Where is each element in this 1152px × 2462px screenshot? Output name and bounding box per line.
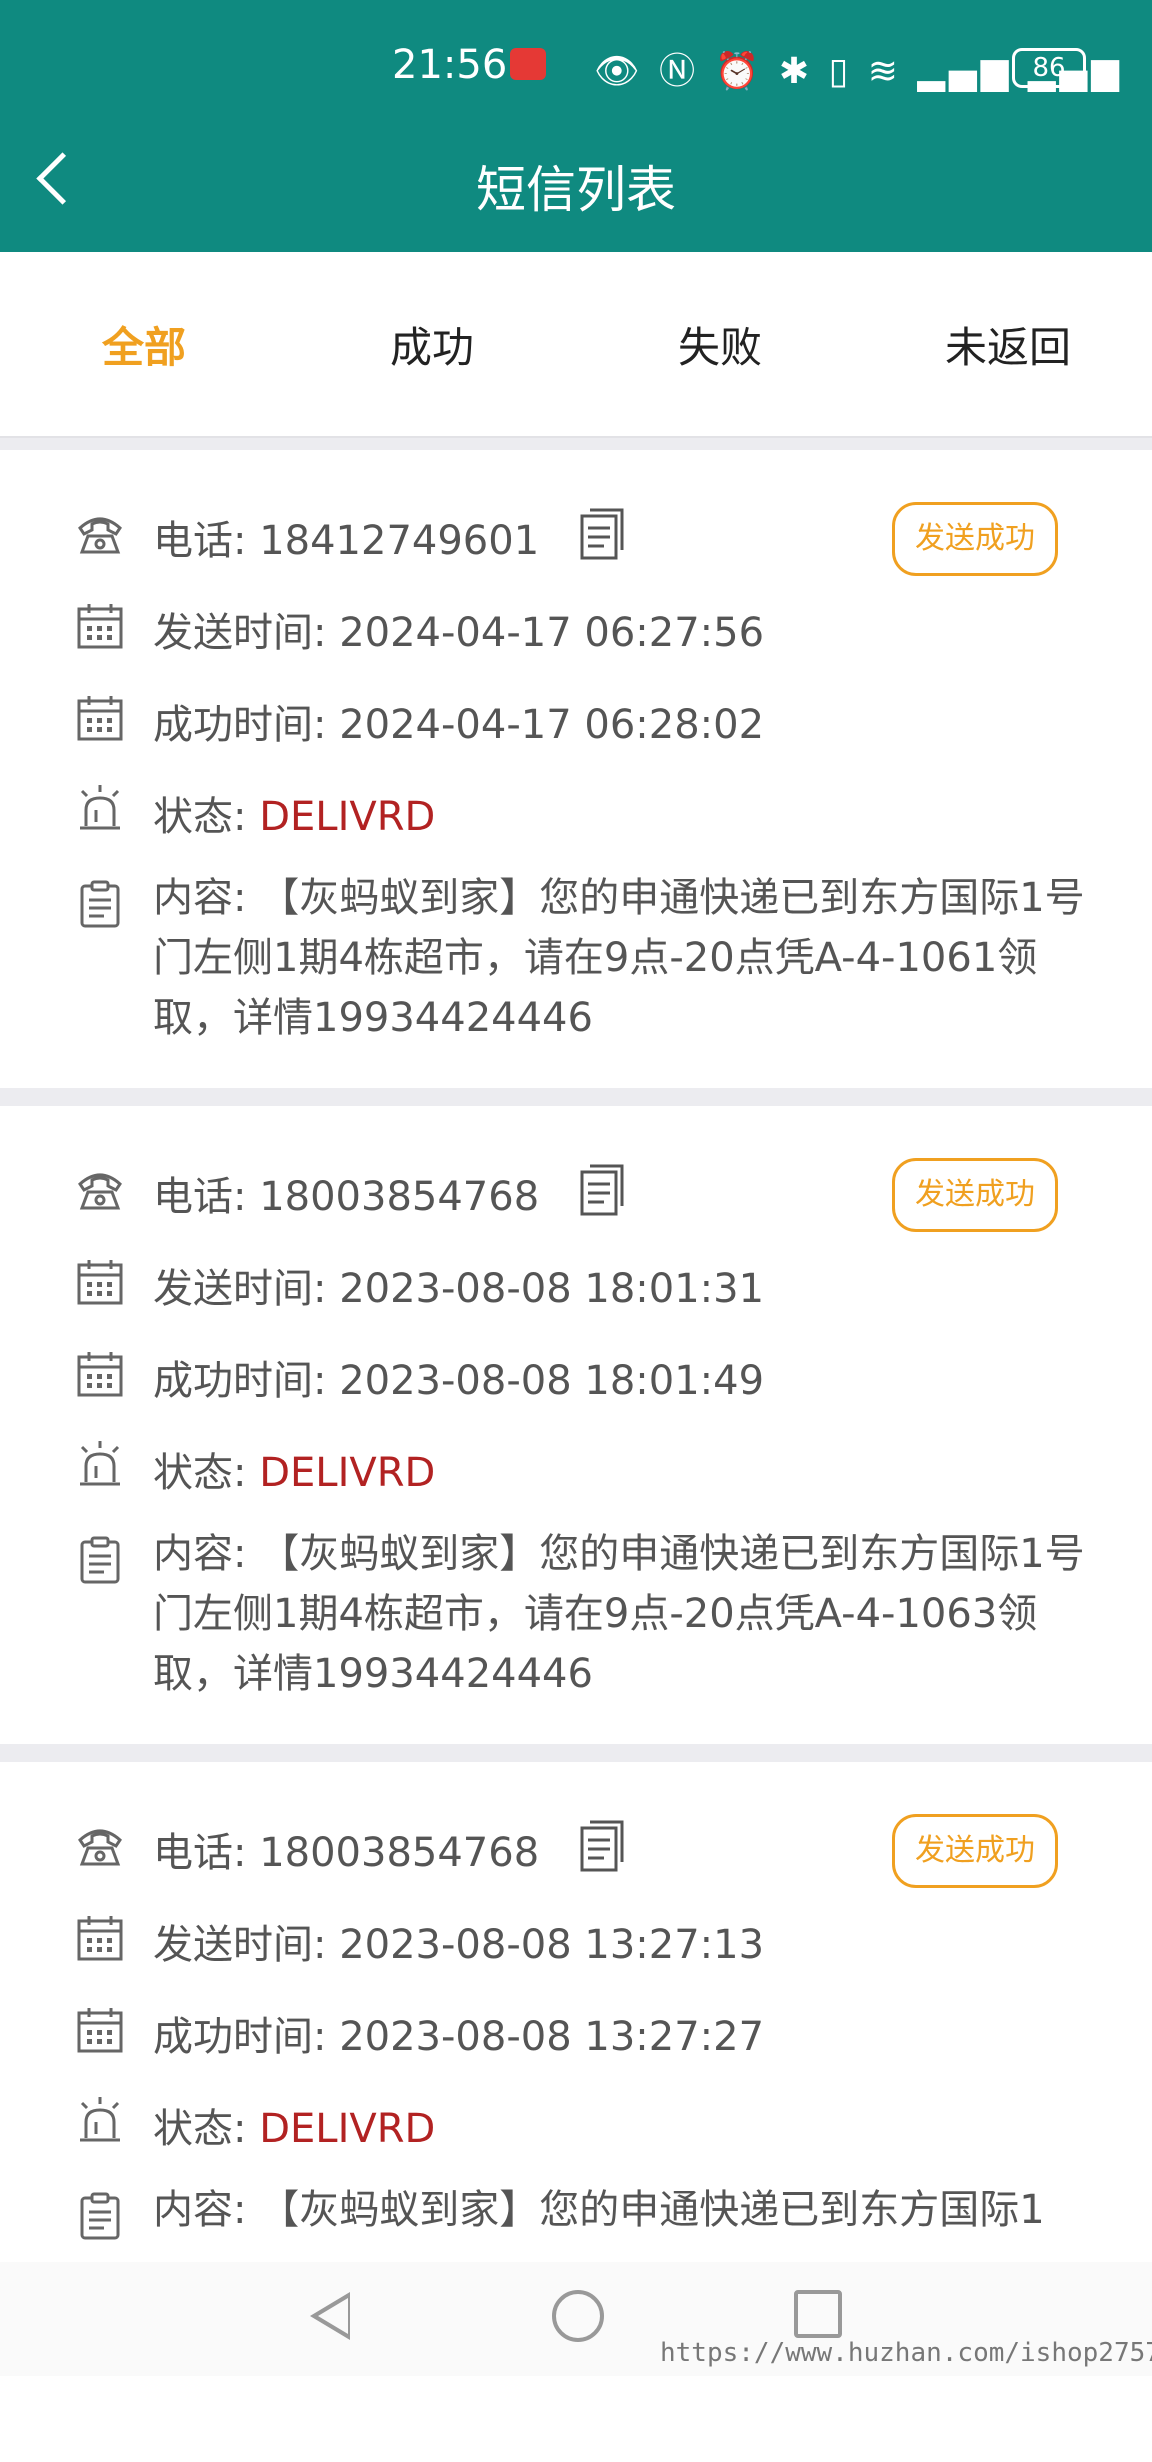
sms-record-card[interactable]: 电话: 18003854768 发送成功发送时间: 2023-08-08 18:0… [0,1106,1152,1744]
success-time-label: 成功时间: [153,702,327,748]
calendar-icon [74,692,126,744]
tab-failed[interactable]: 失败 [576,314,864,375]
phone-label: 电话: [153,518,247,564]
send-time-value: 2024-04-17 06:27:56 [339,610,765,656]
alarm-icon [74,782,126,834]
status-line: 状态: DELIVRD [153,2096,435,2154]
phone-icon [74,1818,126,1870]
phone-label: 电话: [153,1830,247,1876]
phone-label: 电话: [153,1174,247,1220]
clipboard-icon [74,1534,126,1586]
success-time-value: 2023-08-08 18:01:49 [339,1358,765,1404]
calendar-icon [74,1256,126,1308]
send-time-label: 发送时间: [153,610,327,656]
send-time-line: 发送时间: 2023-08-08 13:27:13 [153,1912,764,1970]
status-badge: 发送成功 [892,502,1058,576]
send-time-value: 2023-08-08 18:01:31 [339,1266,765,1312]
status-time: 21:56 [392,42,508,88]
success-time-line: 成功时间: 2024-04-17 06:28:02 [153,692,764,750]
calendar-icon [74,1348,126,1400]
send-time-line: 发送时间: 2024-04-17 06:27:56 [153,600,764,658]
app-header: 21:56 👁 Ⓝ ⏰ ✱ ▯ ≋ ▂▄▆ ▂▄▆ 86 短信列表 [0,0,1152,252]
phone-icon [74,506,126,558]
success-time-line: 成功时间: 2023-08-08 18:01:49 [153,1348,764,1406]
status-bar: 21:56 👁 Ⓝ ⏰ ✱ ▯ ≋ ▂▄▆ ▂▄▆ 86 [0,38,1152,98]
content-block: 内容: 【灰蚂蚁到家】您的申通快递已到东方国际1 [153,2180,1113,2240]
content-label: 内容: [153,1531,247,1577]
calendar-icon [74,2004,126,2056]
success-time-label: 成功时间: [153,2014,327,2060]
status-line: 状态: DELIVRD [153,784,435,842]
sms-record-card[interactable]: 电话: 18412749601 发送成功发送时间: 2024-04-17 06:2… [0,450,1152,1088]
phone-line: 电话: 18003854768 [153,1164,539,1222]
status-value: DELIVRD [259,2106,436,2152]
status-value: DELIVRD [259,1450,436,1496]
status-value: DELIVRD [259,794,436,840]
phone-number: 18412749601 [259,518,540,564]
tab-no-return[interactable]: 未返回 [864,314,1152,375]
calendar-icon [74,600,126,652]
send-time-value: 2023-08-08 13:27:13 [339,1922,765,1968]
alarm-icon [74,1438,126,1490]
status-label: 状态: [153,1450,247,1496]
calendar-icon [74,1912,126,1964]
filter-tabs: 全部 成功 失败 未返回 [0,252,1152,438]
notification-app-icon [510,48,546,80]
content-label: 内容: [153,875,247,921]
watermark-text: https://www.huzhan.com/ishop27572 [660,2338,1152,2368]
clipboard-icon [74,2190,126,2242]
page-title: 短信列表 [476,161,676,219]
nav-recent-icon[interactable] [794,2290,842,2338]
phone-line: 电话: 18003854768 [153,1820,539,1878]
content-block: 内容: 【灰蚂蚁到家】您的申通快递已到东方国际1号门左侧1期4栋超市，请在9点-… [153,1524,1113,1704]
status-line: 状态: DELIVRD [153,1440,435,1498]
phone-number: 18003854768 [259,1830,540,1876]
copy-icon[interactable] [576,1818,626,1874]
success-time-line: 成功时间: 2023-08-08 13:27:27 [153,2004,764,2062]
content-block: 内容: 【灰蚂蚁到家】您的申通快递已到东方国际1号门左侧1期4栋超市，请在9点-… [153,868,1113,1048]
phone-icon [74,1162,126,1214]
copy-icon[interactable] [576,506,626,562]
phone-number: 18003854768 [259,1174,540,1220]
status-badge: 发送成功 [892,1814,1058,1888]
content-text: 【灰蚂蚁到家】您的申通快递已到东方国际1号门左侧1期4栋超市，请在9点-20点凭… [153,875,1085,1041]
status-label: 状态: [153,2106,247,2152]
clipboard-icon [74,878,126,930]
alarm-icon [74,2094,126,2146]
content-text: 【灰蚂蚁到家】您的申通快递已到东方国际1 [259,2187,1045,2233]
copy-icon[interactable] [576,1162,626,1218]
success-time-value: 2024-04-17 06:28:02 [339,702,765,748]
send-time-label: 发送时间: [153,1922,327,1968]
send-time-label: 发送时间: [153,1266,327,1312]
success-time-label: 成功时间: [153,1358,327,1404]
content-text: 【灰蚂蚁到家】您的申通快递已到东方国际1号门左侧1期4栋超市，请在9点-20点凭… [153,1531,1085,1697]
battery-icon: 86 [1012,48,1086,88]
tab-all[interactable]: 全部 [0,314,288,375]
nav-home-icon[interactable] [552,2290,604,2342]
content-label: 内容: [153,2187,247,2233]
success-time-value: 2023-08-08 13:27:27 [339,2014,765,2060]
send-time-line: 发送时间: 2023-08-08 18:01:31 [153,1256,764,1314]
status-label: 状态: [153,794,247,840]
tab-success[interactable]: 成功 [288,314,576,375]
phone-line: 电话: 18412749601 [153,508,539,566]
status-badge: 发送成功 [892,1158,1058,1232]
